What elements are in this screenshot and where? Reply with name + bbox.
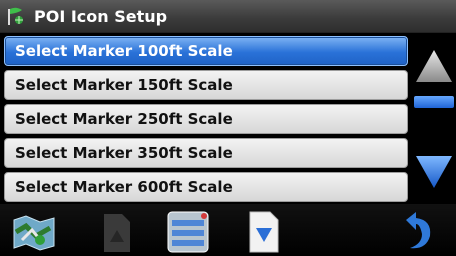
list-item-250ft[interactable]: Select Marker 250ft Scale bbox=[4, 104, 408, 134]
page-up-icon[interactable] bbox=[92, 210, 140, 254]
list-item-350ft[interactable]: Select Marker 350ft Scale bbox=[4, 138, 408, 168]
list-item-label: Select Marker 350ft Scale bbox=[15, 144, 233, 162]
down-arrow-icon[interactable] bbox=[412, 152, 456, 192]
back-arrow-icon[interactable] bbox=[392, 210, 440, 254]
map-icon[interactable] bbox=[10, 210, 58, 254]
list-item-label: Select Marker 600ft Scale bbox=[15, 178, 233, 196]
page-down-icon[interactable] bbox=[240, 210, 288, 254]
up-arrow-icon[interactable] bbox=[412, 46, 456, 86]
list-item-150ft[interactable]: Select Marker 150ft Scale bbox=[4, 70, 408, 100]
poi-icon-setup-screen: POI Icon Setup Select Marker 100ft Scale… bbox=[0, 0, 456, 256]
list-menu-icon[interactable] bbox=[164, 210, 212, 254]
list-item-100ft[interactable]: Select Marker 100ft Scale bbox=[4, 36, 408, 66]
title-bar: POI Icon Setup bbox=[0, 0, 456, 33]
bottom-toolbar bbox=[0, 204, 456, 256]
list-item-label: Select Marker 150ft Scale bbox=[15, 76, 233, 94]
scrollbar[interactable] bbox=[412, 34, 456, 204]
list-item-label: Select Marker 250ft Scale bbox=[15, 110, 233, 128]
page-title: POI Icon Setup bbox=[34, 7, 168, 26]
poi-flag-icon bbox=[8, 7, 23, 25]
list-item-600ft[interactable]: Select Marker 600ft Scale bbox=[4, 172, 408, 202]
scroll-thumb[interactable] bbox=[414, 96, 454, 108]
marker-scale-list: Select Marker 100ft Scale Select Marker … bbox=[4, 36, 408, 206]
list-item-label: Select Marker 100ft Scale bbox=[15, 42, 233, 60]
